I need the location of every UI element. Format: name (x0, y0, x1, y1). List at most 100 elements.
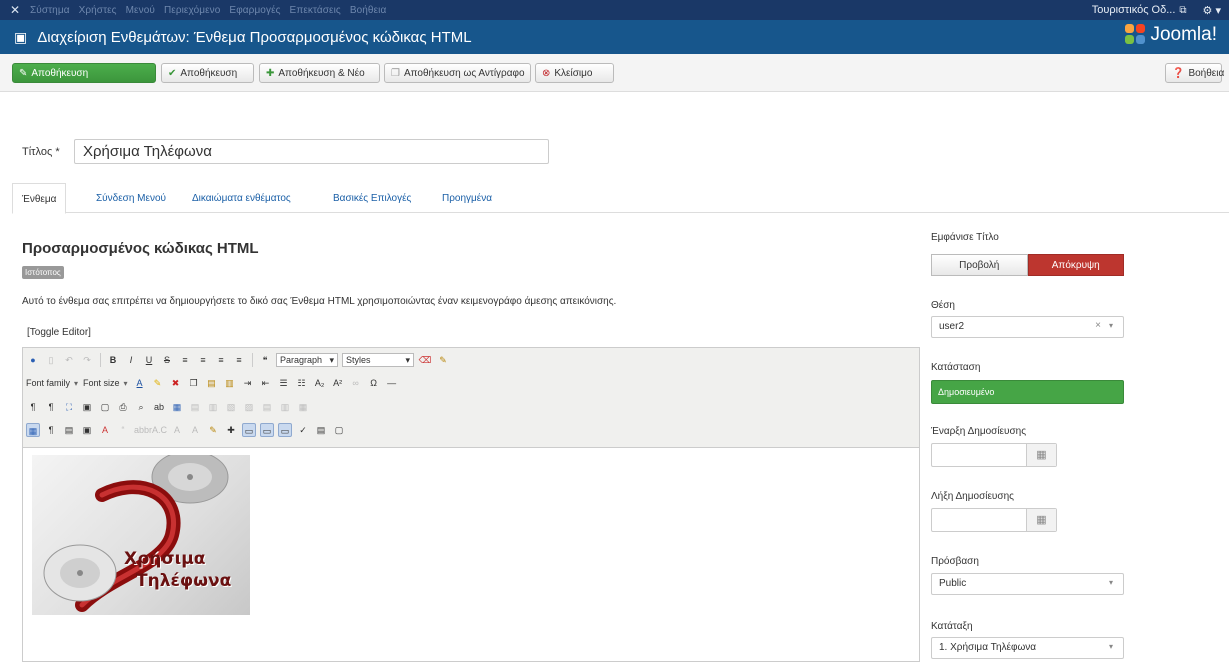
cut-icon[interactable]: ✖ (169, 376, 183, 390)
menu-content[interactable]: Περιεχόμενο (164, 5, 220, 16)
strikethrough-icon[interactable]: S (160, 353, 174, 367)
delete-row-icon[interactable]: ▤ (260, 400, 274, 414)
menu-components[interactable]: Εφαρμογές (229, 5, 280, 16)
menu-system[interactable]: Σύστημα (30, 5, 70, 16)
print-icon[interactable]: ⎙ (116, 400, 130, 414)
replace-icon[interactable]: ab (152, 400, 166, 414)
link-icon[interactable]: ∞ (349, 376, 363, 390)
paste-word-icon[interactable]: ▥ (223, 376, 237, 390)
fullscreen-icon[interactable]: ⛶ (62, 400, 76, 414)
special-char-icon[interactable]: Ω (367, 376, 381, 390)
table-icon[interactable]: ▦ (170, 400, 184, 414)
save-close-button[interactable]: ✔ Αποθήκευση (161, 63, 254, 83)
insert-image-icon[interactable]: ▣ (80, 400, 94, 414)
font-family-select[interactable]: Font family (26, 378, 70, 388)
deletion-icon[interactable]: A (170, 423, 184, 437)
publish-down-input[interactable]: ▦ (931, 508, 1057, 532)
layer-icon[interactable]: ✚ (224, 423, 238, 437)
title-input[interactable]: Χρήσιμα Τηλέφωνα (74, 139, 549, 164)
media-icon[interactable]: ▣ (80, 423, 94, 437)
abbreviation-icon[interactable]: abbr (134, 423, 152, 437)
cell-props-icon[interactable]: ▦ (296, 400, 310, 414)
superscript-icon[interactable]: A² (331, 376, 345, 390)
menu-users[interactable]: Χρήστες (79, 5, 117, 16)
site-name-link[interactable]: Τουριστικός Οδ... (1092, 4, 1176, 16)
redo-icon[interactable]: ↷ (80, 353, 94, 367)
calendar-icon[interactable]: ▦ (1026, 509, 1056, 531)
preview-icon[interactable]: ▢ (98, 400, 112, 414)
delete-col-icon[interactable]: ▥ (278, 400, 292, 414)
split-cells-icon[interactable]: ▨ (242, 400, 256, 414)
clear-icon[interactable]: × (1095, 320, 1101, 331)
tab-menu-assignment[interactable]: Σύνδεση Μενού (96, 183, 166, 213)
subscript-icon[interactable]: A₂ (313, 376, 327, 390)
underline-icon[interactable]: U (142, 353, 156, 367)
table-row-icon[interactable]: ▤ (188, 400, 202, 414)
gear-icon[interactable]: ⚙ ▾ (1203, 4, 1221, 17)
style-props-icon[interactable]: A (98, 423, 112, 437)
align-left-icon[interactable]: ≡ (178, 353, 192, 367)
find-icon[interactable]: ⌕ (134, 400, 148, 414)
show-title-hide-button[interactable]: Απόκρυψη (1027, 254, 1124, 276)
visual-aid-icon[interactable]: ▦ (26, 423, 40, 437)
show-blocks-icon[interactable]: ¶ (44, 423, 58, 437)
align-justify-icon[interactable]: ≡ (232, 353, 246, 367)
attributes-icon[interactable]: ✎ (206, 423, 220, 437)
help-icon[interactable]: ● (26, 353, 40, 367)
spellcheck-icon[interactable]: ✓ (296, 423, 310, 437)
rtl-icon[interactable]: ¶ (44, 400, 58, 414)
paste-icon[interactable]: ▤ (205, 376, 219, 390)
save-new-button[interactable]: ✚ Αποθήκευση & Νέο (259, 63, 380, 83)
clear-formatting-icon[interactable]: ⌫ (418, 353, 432, 367)
move-forward-icon[interactable]: ▭ (260, 423, 274, 437)
external-link-icon[interactable]: ⧉ (1179, 5, 1186, 16)
show-title-show-button[interactable]: Προβολή (931, 254, 1028, 276)
italic-icon[interactable]: I (124, 353, 138, 367)
position-select[interactable]: user2 × ▾ (931, 316, 1124, 338)
menu-menus[interactable]: Μενού (126, 5, 155, 16)
copy-icon[interactable]: ❐ (187, 376, 201, 390)
toggle-editor-link[interactable]: [Toggle Editor] (27, 327, 91, 338)
citation-icon[interactable]: “ (116, 423, 130, 437)
close-button[interactable]: ⊗ Κλείσιμο (535, 63, 614, 83)
status-select[interactable]: Δημοσιευμένο (931, 380, 1124, 404)
joomla-menu-icon[interactable]: ✕ (6, 3, 24, 17)
ltr-icon[interactable]: ¶ (26, 400, 40, 414)
indent-icon[interactable]: ⇥ (241, 376, 255, 390)
menu-help[interactable]: Βοήθεια (350, 5, 387, 16)
page-break-icon[interactable]: ▤ (314, 423, 328, 437)
calendar-icon[interactable]: ▦ (1026, 444, 1056, 466)
tab-basic-options[interactable]: Βασικές Επιλογές (333, 183, 411, 213)
readmore-icon[interactable]: ▢ (332, 423, 346, 437)
font-size-select[interactable]: Font size (83, 378, 120, 388)
tab-advanced[interactable]: Προηγμένα (442, 183, 492, 213)
align-center-icon[interactable]: ≡ (196, 353, 210, 367)
new-document-icon[interactable]: ▯ (44, 353, 58, 367)
merge-cells-icon[interactable]: ▧ (224, 400, 238, 414)
bullet-list-icon[interactable]: ☰ (277, 376, 291, 390)
phone-image[interactable]: Χρήσιμα Τηλέφωνα (32, 455, 250, 615)
styles-select[interactable]: Styles ▾ (342, 353, 414, 367)
ordering-select[interactable]: 1. Χρήσιμα Τηλέφωνα ▾ (931, 637, 1124, 659)
numbered-list-icon[interactable]: ☷ (295, 376, 309, 390)
template-icon[interactable]: ▤ (62, 423, 76, 437)
insertion-icon[interactable]: A (188, 423, 202, 437)
highlight-icon[interactable]: ✎ (151, 376, 165, 390)
table-col-icon[interactable]: ▥ (206, 400, 220, 414)
align-right-icon[interactable]: ≡ (214, 353, 228, 367)
quote-icon[interactable]: ❝ (258, 353, 272, 367)
tab-module[interactable]: Ένθεμα (12, 183, 67, 214)
horizontal-rule-icon[interactable]: — (385, 376, 399, 390)
publish-up-input[interactable]: ▦ (931, 443, 1057, 467)
bold-icon[interactable]: B (106, 353, 120, 367)
menu-extensions[interactable]: Επεκτάσεις (290, 5, 341, 16)
outdent-icon[interactable]: ⇤ (259, 376, 273, 390)
move-backward-icon[interactable]: ▭ (278, 423, 292, 437)
text-color-icon[interactable]: A (133, 376, 147, 390)
absolute-icon[interactable]: ▭ (242, 423, 256, 437)
format-select[interactable]: Paragraph ▾ (276, 353, 338, 367)
undo-icon[interactable]: ↶ (62, 353, 76, 367)
save-copy-button[interactable]: ❐ Αποθήκευση ως Αντίγραφο (384, 63, 531, 83)
tab-permissions[interactable]: Δικαιώματα ενθέματος (192, 183, 291, 213)
cleanup-icon[interactable]: ✎ (436, 353, 450, 367)
